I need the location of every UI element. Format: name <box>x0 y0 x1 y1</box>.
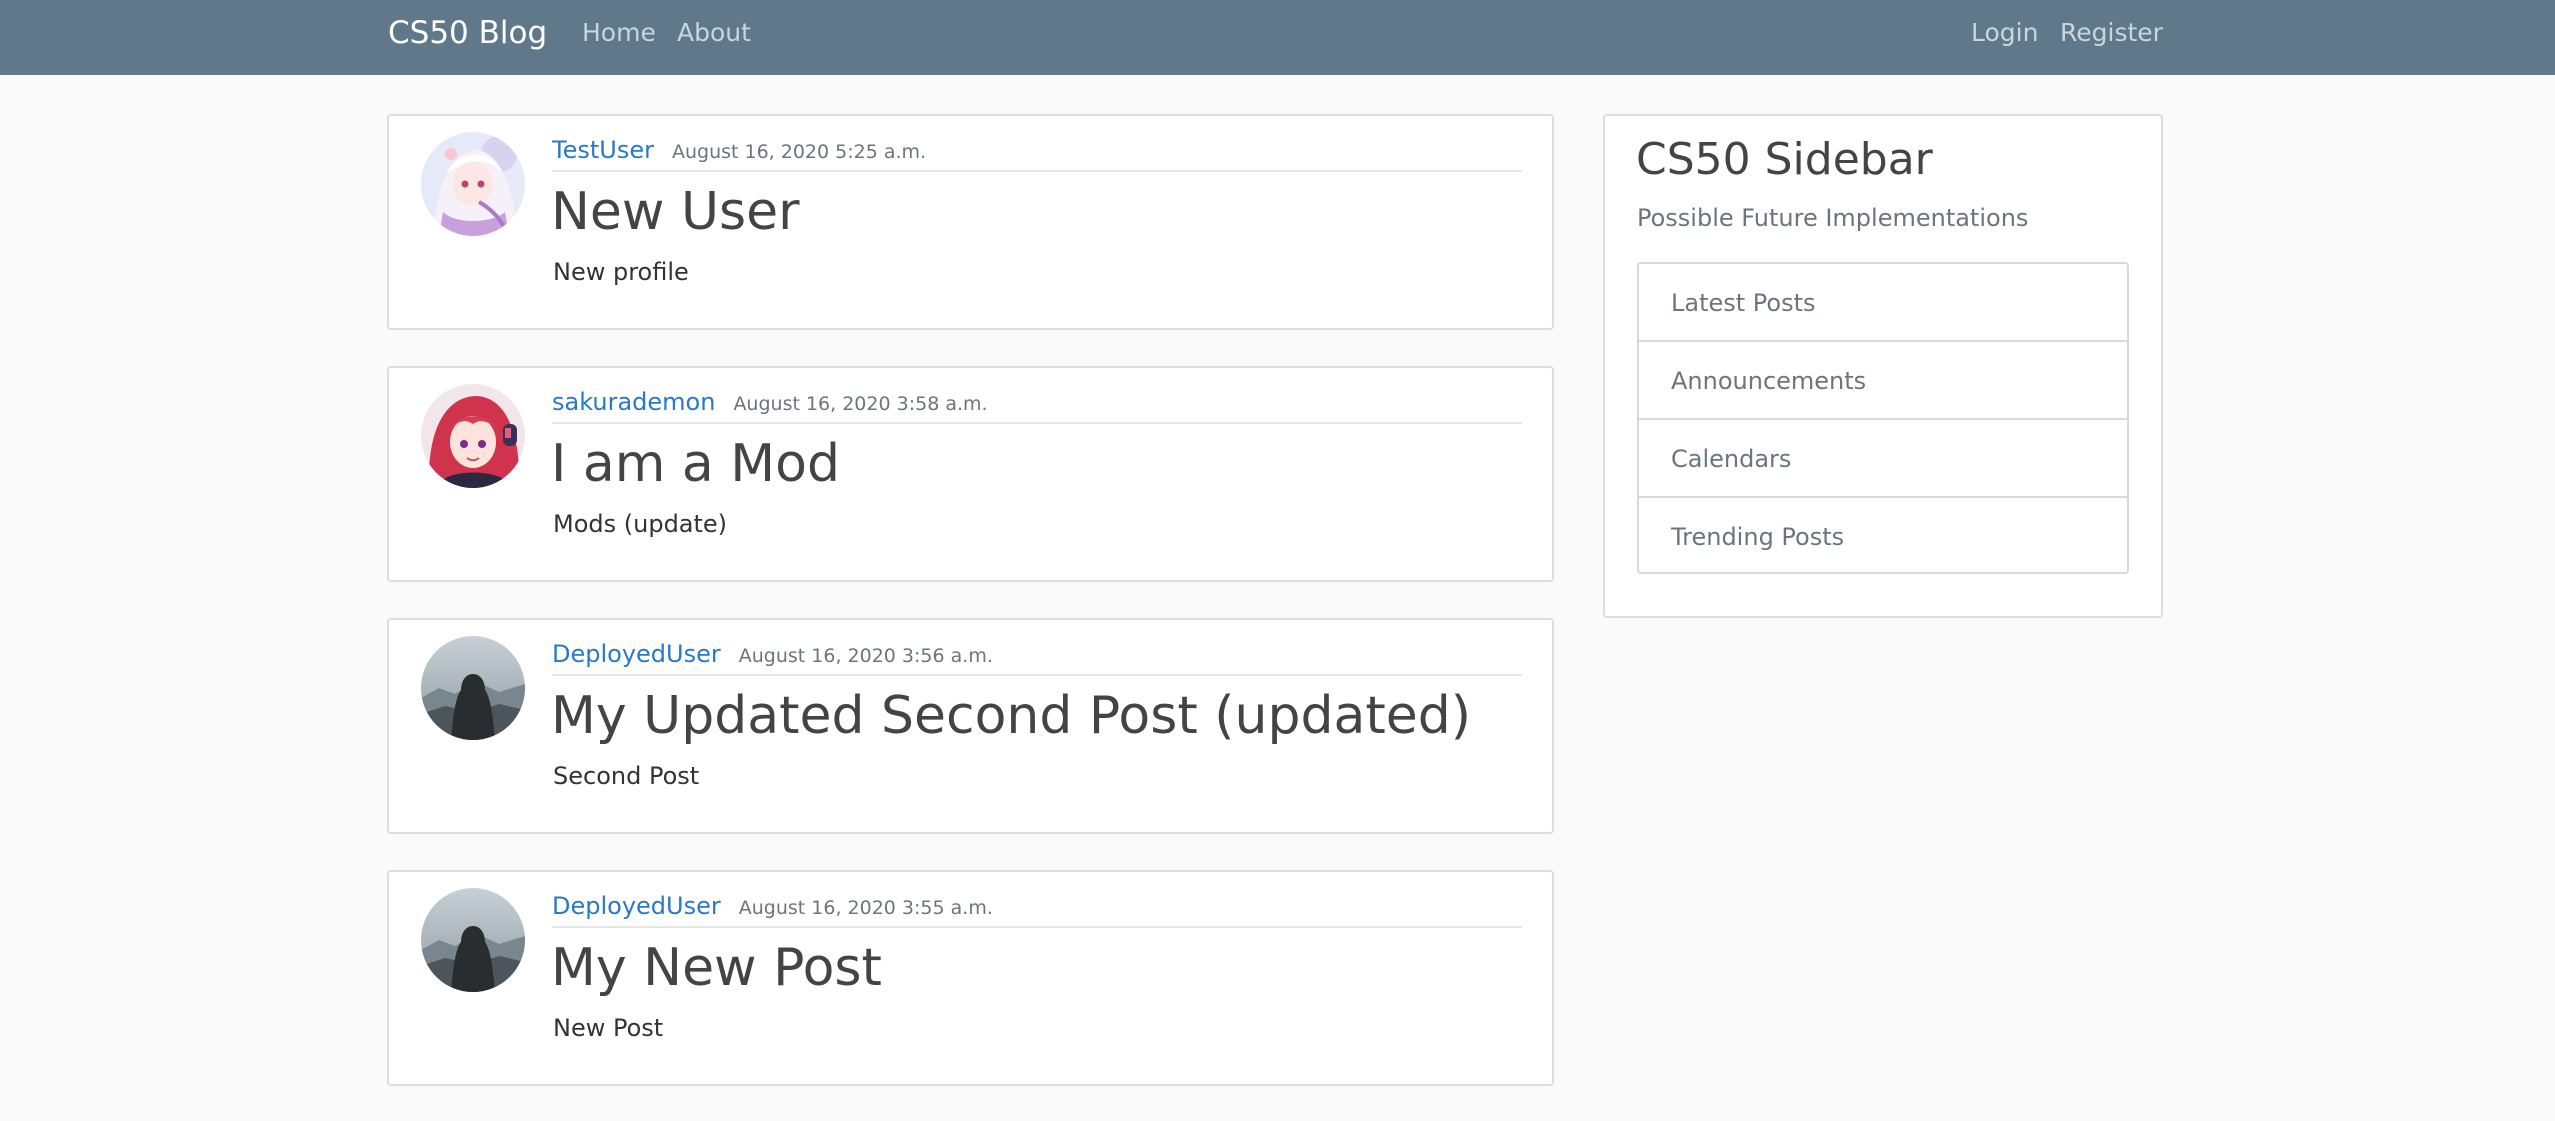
post-content: New profile <box>553 258 689 286</box>
nav-link-home[interactable]: Home <box>582 0 656 66</box>
post-author-link[interactable]: DeployedUser <box>552 640 721 668</box>
sidebar-title: CS50 Sidebar <box>1636 134 1933 185</box>
post-title-link[interactable]: My Updated Second Post (updated) <box>551 684 1471 748</box>
post-title-link[interactable]: New User <box>551 180 799 244</box>
sidebar-item-latest-posts[interactable]: Latest Posts <box>1639 264 2127 342</box>
nav-link-about[interactable]: About <box>677 0 751 66</box>
post-meta: TestUser August 16, 2020 5:25 a.m. <box>552 136 1522 172</box>
post-date: August 16, 2020 5:25 a.m. <box>671 141 927 163</box>
post-card: DeployedUser August 16, 2020 3:56 a.m. My… <box>387 618 1554 834</box>
post-author-link[interactable]: TestUser <box>552 136 654 164</box>
post-content: Mods (update) <box>553 510 728 538</box>
hooded-figure-avatar <box>421 888 525 992</box>
top-navbar: CS50 Blog Home About Login Register <box>0 0 2555 75</box>
sidebar-item-announcements[interactable]: Announcements <box>1639 342 2127 420</box>
post-meta: DeployedUser August 16, 2020 3:56 a.m. <box>552 640 1522 676</box>
post-author-link[interactable]: sakurademon <box>552 388 715 416</box>
post-meta: sakurademon August 16, 2020 3:58 a.m. <box>552 388 1522 424</box>
post-content: New Post <box>553 1014 664 1042</box>
post-date: August 16, 2020 3:55 a.m. <box>738 897 993 919</box>
post-meta: DeployedUser August 16, 2020 3:55 a.m. <box>552 892 1522 928</box>
hooded-figure-avatar <box>421 636 525 740</box>
post-title-link[interactable]: My New Post <box>551 936 882 1000</box>
brand-link[interactable]: CS50 Blog <box>388 0 547 66</box>
nav-link-register[interactable]: Register <box>2060 0 2163 66</box>
post-date: August 16, 2020 3:56 a.m. <box>738 645 993 667</box>
anime-girl-red-hair-avatar <box>421 384 525 488</box>
post-card: DeployedUser August 16, 2020 3:55 a.m. My… <box>387 870 1554 1086</box>
sidebar-subtitle: Possible Future Implementations <box>1637 204 2029 232</box>
post-card: TestUser August 16, 2020 5:25 a.m. New Us… <box>387 114 1554 330</box>
sidebar-list: Latest Posts Announcements Calendars Tre… <box>1637 262 2129 574</box>
post-card: sakurademon August 16, 2020 3:58 a.m. I a… <box>387 366 1554 582</box>
post-content: Second Post <box>553 762 700 790</box>
nav-link-login[interactable]: Login <box>1971 0 2038 66</box>
anime-girl-white-hair-avatar <box>421 132 525 236</box>
post-date: August 16, 2020 3:58 a.m. <box>733 393 988 415</box>
post-author-link[interactable]: DeployedUser <box>552 892 721 920</box>
sidebar: CS50 Sidebar Possible Future Implementat… <box>1603 114 2163 618</box>
sidebar-item-calendars[interactable]: Calendars <box>1639 420 2127 498</box>
sidebar-item-trending-posts[interactable]: Trending Posts <box>1639 498 2127 576</box>
post-title-link[interactable]: I am a Mod <box>551 432 840 496</box>
